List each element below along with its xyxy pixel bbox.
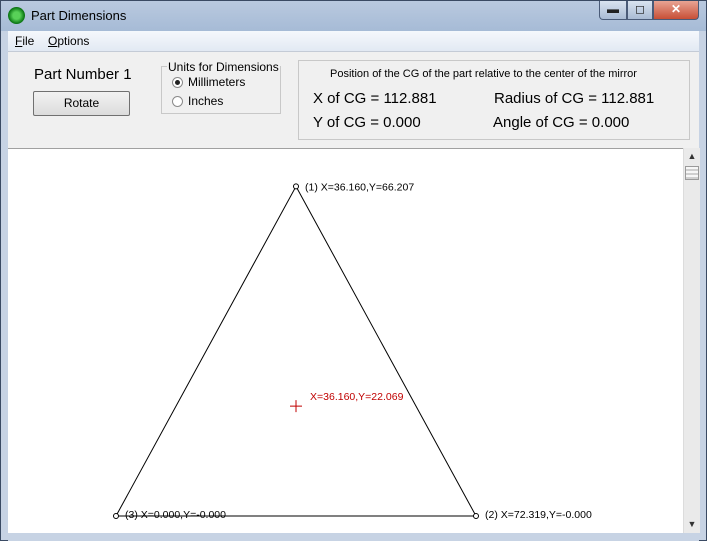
drawing-canvas: (1) X=36.160,Y=66.207 (2) X=72.319,Y=-0.0… [8,148,683,534]
vertical-scrollbar[interactable]: ▲ ▼ [683,148,700,533]
millimeters-radio[interactable] [172,77,183,88]
radius-of-cg: Radius of CG = 112.881 [494,90,655,107]
vertex-marker [473,513,479,519]
close-button[interactable]: ✕ [653,1,699,20]
part-outline [115,185,477,517]
centroid-cross-icon [290,400,303,413]
rotate-button[interactable]: Rotate [33,91,130,116]
scroll-down-arrow-icon[interactable]: ▼ [686,517,698,531]
window-bottom-border [8,533,699,541]
maximize-button[interactable]: ◻ [627,1,653,20]
vertex-label: (1) X=36.160,Y=66.207 [305,181,414,193]
menu-options-accelerator: O [48,34,58,48]
units-groupbox: Units for Dimensions Millimeters Inches [161,60,281,114]
title-bar[interactable]: Part Dimensions ▬ ◻ ✕ [1,1,706,31]
menu-file[interactable]: File [15,34,34,48]
window-title: Part Dimensions [31,8,127,23]
angle-of-cg: Angle of CG = 0.000 [493,114,630,131]
app-icon [8,7,25,24]
inches-label[interactable]: Inches [188,94,223,108]
vertex-label: (3) X=0.000,Y=-0.000 [125,509,226,521]
scrollbar-thumb[interactable] [685,166,699,180]
x-of-cg: X of CG = 112.881 [313,90,437,107]
y-of-cg: Y of CG = 0.000 [313,114,421,131]
inches-radio[interactable] [172,96,183,107]
millimeters-label[interactable]: Millimeters [188,75,245,89]
minimize-button[interactable]: ▬ [599,1,627,20]
vertex-label: (2) X=72.319,Y=-0.000 [485,509,592,521]
controls-panel: Part Number 1 Rotate Units for Dimension… [8,52,699,148]
menu-file-label: ile [22,34,35,48]
part-dimensions-window: Part Dimensions ▬ ◻ ✕ File Options Part … [0,0,707,541]
menu-options-label: ptions [57,34,90,48]
cg-position-box: Position of the CG of the part relative … [298,60,690,140]
menu-bar: File Options [8,31,699,52]
centroid-label: X=36.160,Y=22.069 [310,391,404,403]
part-number-label: Part Number 1 [34,66,132,83]
vertex-marker [293,183,300,190]
vertex-marker [113,513,119,519]
part-drawing: (1) X=36.160,Y=66.207 (2) X=72.319,Y=-0.0… [113,181,592,521]
scroll-up-arrow-icon[interactable]: ▲ [686,149,698,163]
cg-heading: Position of the CG of the part relative … [330,68,637,80]
menu-options[interactable]: Options [48,34,89,48]
units-legend: Units for Dimensions [167,60,280,74]
